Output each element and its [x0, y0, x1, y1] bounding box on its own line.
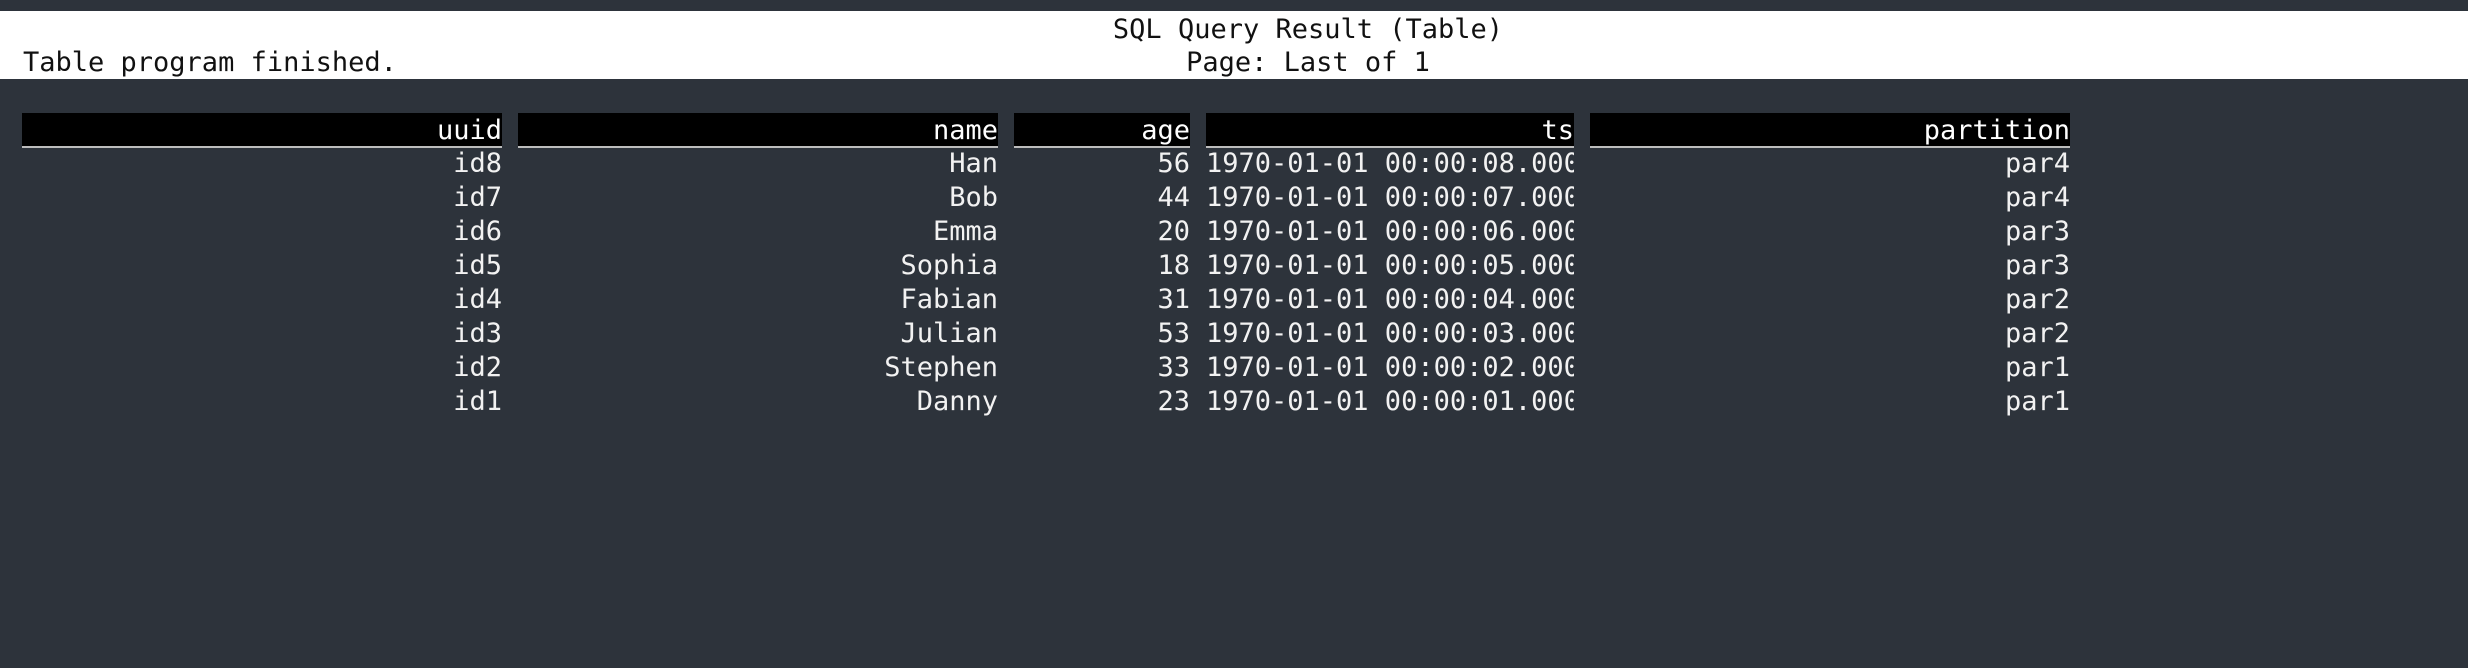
cell-uuid: id2	[453, 352, 502, 383]
cell-ts: 1970-01-01 00:00:04.000	[1206, 284, 1574, 315]
cell-partition: par1	[2004, 352, 2070, 383]
cell-uuid: id4	[453, 284, 502, 315]
cell-age: 56	[1157, 148, 1190, 179]
cell-ts: 1970-01-01 00:00:08.000	[1206, 148, 1574, 179]
cell-partition: par3	[2004, 216, 2070, 247]
cell-name: Bob	[949, 182, 998, 213]
cell-name: Emma	[932, 216, 998, 247]
cell-ts: 1970-01-01 00:00:07.000	[1206, 182, 1574, 213]
cell-age: 53	[1157, 318, 1190, 349]
cell-uuid: id3	[453, 318, 502, 349]
cell-partition: par4	[2004, 148, 2070, 179]
cell-uuid: id7	[453, 182, 502, 213]
cell-uuid: id8	[453, 148, 502, 179]
page-indicator: Page: Last of 1	[1186, 47, 1430, 78]
cell-uuid: id5	[453, 250, 502, 281]
cell-name: Stephen	[884, 352, 998, 383]
cell-ts: 1970-01-01 00:00:01.000	[1206, 386, 1574, 417]
cell-uuid: id1	[453, 386, 502, 417]
cell-partition: par2	[2004, 284, 2070, 315]
cell-partition: par2	[2004, 318, 2070, 349]
cell-partition: par1	[2004, 386, 2070, 417]
cell-age: 20	[1157, 216, 1190, 247]
cell-age: 23	[1157, 386, 1190, 417]
result-title: SQL Query Result (Table)	[1112, 14, 1504, 45]
cell-uuid: id6	[453, 216, 502, 247]
cell-age: 33	[1157, 352, 1190, 383]
cell-partition: par4	[2004, 182, 2070, 213]
column-header-name[interactable]: name	[518, 113, 998, 148]
cell-name: Danny	[916, 386, 998, 417]
cell-partition: par3	[2004, 250, 2070, 281]
column-header-age[interactable]: age	[1014, 113, 1190, 148]
cell-age: 18	[1157, 250, 1190, 281]
cell-ts: 1970-01-01 00:00:02.000	[1206, 352, 1574, 383]
column-header-uuid[interactable]: uuid	[22, 113, 502, 148]
cell-age: 31	[1157, 284, 1190, 315]
cell-name: Fabian	[900, 284, 998, 315]
cell-age: 44	[1157, 182, 1190, 213]
column-header-ts[interactable]: ts	[1206, 113, 1574, 148]
cell-name: Han	[949, 148, 998, 179]
result-header-bar: SQL Query Result (Table) Table program f…	[0, 11, 2468, 79]
column-header-partition[interactable]: partition	[1590, 113, 2070, 148]
cell-ts: 1970-01-01 00:00:05.000	[1206, 250, 1574, 281]
cell-ts: 1970-01-01 00:00:06.000	[1206, 216, 1574, 247]
cell-name: Julian	[900, 318, 998, 349]
cell-ts: 1970-01-01 00:00:03.000	[1206, 318, 1574, 349]
cell-name: Sophia	[900, 250, 998, 281]
